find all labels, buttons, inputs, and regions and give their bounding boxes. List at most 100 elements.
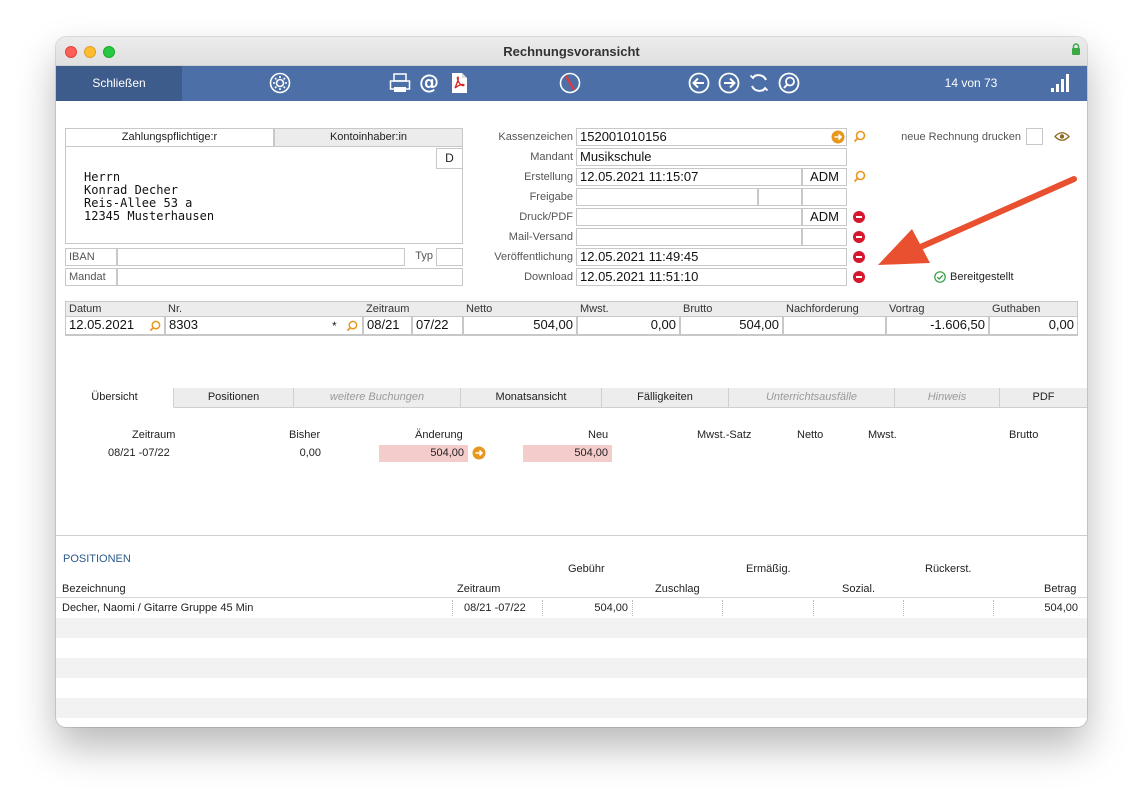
nr-marker: * [332,319,337,333]
zeitraum-from-field[interactable]: 08/21 [363,317,412,335]
eye-icon[interactable] [1054,131,1070,142]
erstellung-search-icon[interactable] [853,170,866,183]
pdf-icon[interactable] [448,72,470,94]
settings-icon[interactable] [269,72,291,94]
tab-faelligkeiten[interactable]: Fälligkeiten [602,388,729,408]
previous-icon[interactable] [688,72,710,94]
printer-icon[interactable] [389,72,411,94]
lock-icon [1072,43,1080,55]
apply-arrow-icon[interactable] [472,446,486,460]
freigabe-user-field[interactable] [802,188,847,206]
mwst-field[interactable]: 0,00 [577,317,680,335]
erstellung-field[interactable]: 12.05.2021 11:15:07 [576,168,802,186]
freigabe-field[interactable] [576,188,758,206]
mail-user-field[interactable] [802,228,847,246]
veroeffentlichung-field[interactable]: 12.05.2021 11:49:45 [576,248,847,266]
iban-field[interactable] [117,248,405,266]
iban-label: IBAN [65,248,117,266]
overview-header-zeitraum: Zeitraum [132,429,176,441]
next-icon[interactable] [718,72,740,94]
close-button[interactable]: Schließen [56,66,182,101]
email-icon[interactable]: @ [418,72,440,94]
kassenzeichen-search-icon[interactable] [853,130,866,143]
minimize-window-button[interactable] [84,46,96,58]
zoom-window-button[interactable] [103,46,115,58]
table-row [56,678,1087,698]
tab-monatsansicht[interactable]: Monatsansicht [461,388,602,408]
status-provided: Bereitgestellt [950,271,1014,283]
header-nr: Nr. [168,303,183,315]
overview-header-brutto: Brutto [1009,429,1039,441]
freigabe-extra-field[interactable] [758,188,802,206]
go-arrow-icon[interactable] [831,130,845,144]
column-separator [993,600,994,616]
header-brutto: Brutto [683,303,713,315]
no-publish-icon[interactable] [559,72,581,94]
erstellung-label: Erstellung [524,171,573,183]
overview-neu: 504,00 [523,445,612,462]
overview-header-neu: Neu [588,429,609,441]
positions-header-bezeichnung: Bezeichnung [62,583,126,595]
position-bezeichnung: Decher, Naomi / Gitarre Gruppe 45 Min [62,602,254,614]
veroeffentlichung-delete-icon[interactable] [853,251,865,263]
mail-field[interactable] [576,228,802,246]
datum-search-icon[interactable] [149,320,161,332]
table-row [56,658,1087,678]
table-row [56,718,1087,727]
section-divider [56,535,1087,536]
mail-delete-icon[interactable] [853,231,865,243]
download-field[interactable]: 12.05.2021 11:51:10 [576,268,847,286]
guthaben-field[interactable]: 0,00 [989,317,1078,335]
close-window-button[interactable] [65,46,77,58]
overview-aenderung: 504,00 [379,445,468,462]
tab-pdf[interactable]: PDF [1000,388,1087,408]
kassenzeichen-field[interactable]: 152001010156 [576,128,847,146]
zeitraum-to-field[interactable]: 07/22 [412,317,463,335]
overview-header-bisher: Bisher [289,429,321,441]
vortrag-field[interactable]: -1.606,50 [886,317,989,335]
druck-delete-icon[interactable] [853,211,865,223]
header-zeitraum: Zeitraum [366,303,410,315]
druck-field[interactable] [576,208,802,226]
mandant-field[interactable]: Musikschule [576,148,847,166]
table-row [56,698,1087,718]
svg-text:@: @ [419,72,439,94]
toolbar: Schließen @ 14 von 73 [56,66,1087,101]
tab-uebersicht[interactable]: Übersicht [56,388,174,408]
mandat-field[interactable] [117,268,463,286]
invoice-preview-window: Rechnungsvoransicht Schließen @ 14 von 7… [56,37,1087,727]
refresh-icon[interactable] [748,72,770,94]
check-circle-icon [934,271,946,283]
tab-hinweis[interactable]: Hinweis [895,388,1000,408]
position-gebuehr: 504,00 [594,602,628,614]
tab-unterrichtsausfaelle[interactable]: Unterrichtsausfälle [729,388,895,408]
netto-field[interactable]: 504,00 [463,317,577,335]
druck-label: Druck/PDF [519,211,573,223]
table-row[interactable]: Decher, Naomi / Gitarre Gruppe 45 Min 08… [56,598,1087,618]
annotation-arrow-icon [878,176,1077,265]
title-bar: Rechnungsvoransicht [56,37,1087,66]
tab-account-holder[interactable]: Kontoinhaber:in [274,128,463,147]
print-new-invoice-checkbox[interactable] [1026,128,1043,145]
window-title: Rechnungsvoransicht [503,44,640,59]
column-separator [722,600,723,616]
overview-header-aenderung: Änderung [415,429,463,441]
statistics-icon[interactable] [1049,72,1071,94]
search-icon[interactable] [778,72,800,94]
overview-header-mwst-satz: Mwst.-Satz [697,429,752,441]
typ-label: Typ [415,250,433,262]
download-delete-icon[interactable] [853,271,865,283]
header-guthaben: Guthaben [992,303,1041,315]
brutto-field[interactable]: 504,00 [680,317,783,335]
druck-user-field[interactable]: ADM [802,208,847,226]
nachforderung-field[interactable] [783,317,886,335]
erstellung-user-field[interactable]: ADM [802,168,847,186]
nr-search-icon[interactable] [346,320,358,332]
tab-bar: Übersicht Positionen weitere Buchungen M… [56,388,1087,408]
tab-weitere-buchungen[interactable]: weitere Buchungen [294,388,461,408]
tab-payer[interactable]: Zahlungspflichtige:r [65,128,274,147]
positions-header-zeitraum: Zeitraum [457,583,501,595]
tab-positionen[interactable]: Positionen [174,388,294,408]
address-line: 12345 Musterhausen [84,209,215,223]
address-text[interactable]: Herrn Konrad Decher Reis-Allee 53 a 1234… [84,171,214,223]
